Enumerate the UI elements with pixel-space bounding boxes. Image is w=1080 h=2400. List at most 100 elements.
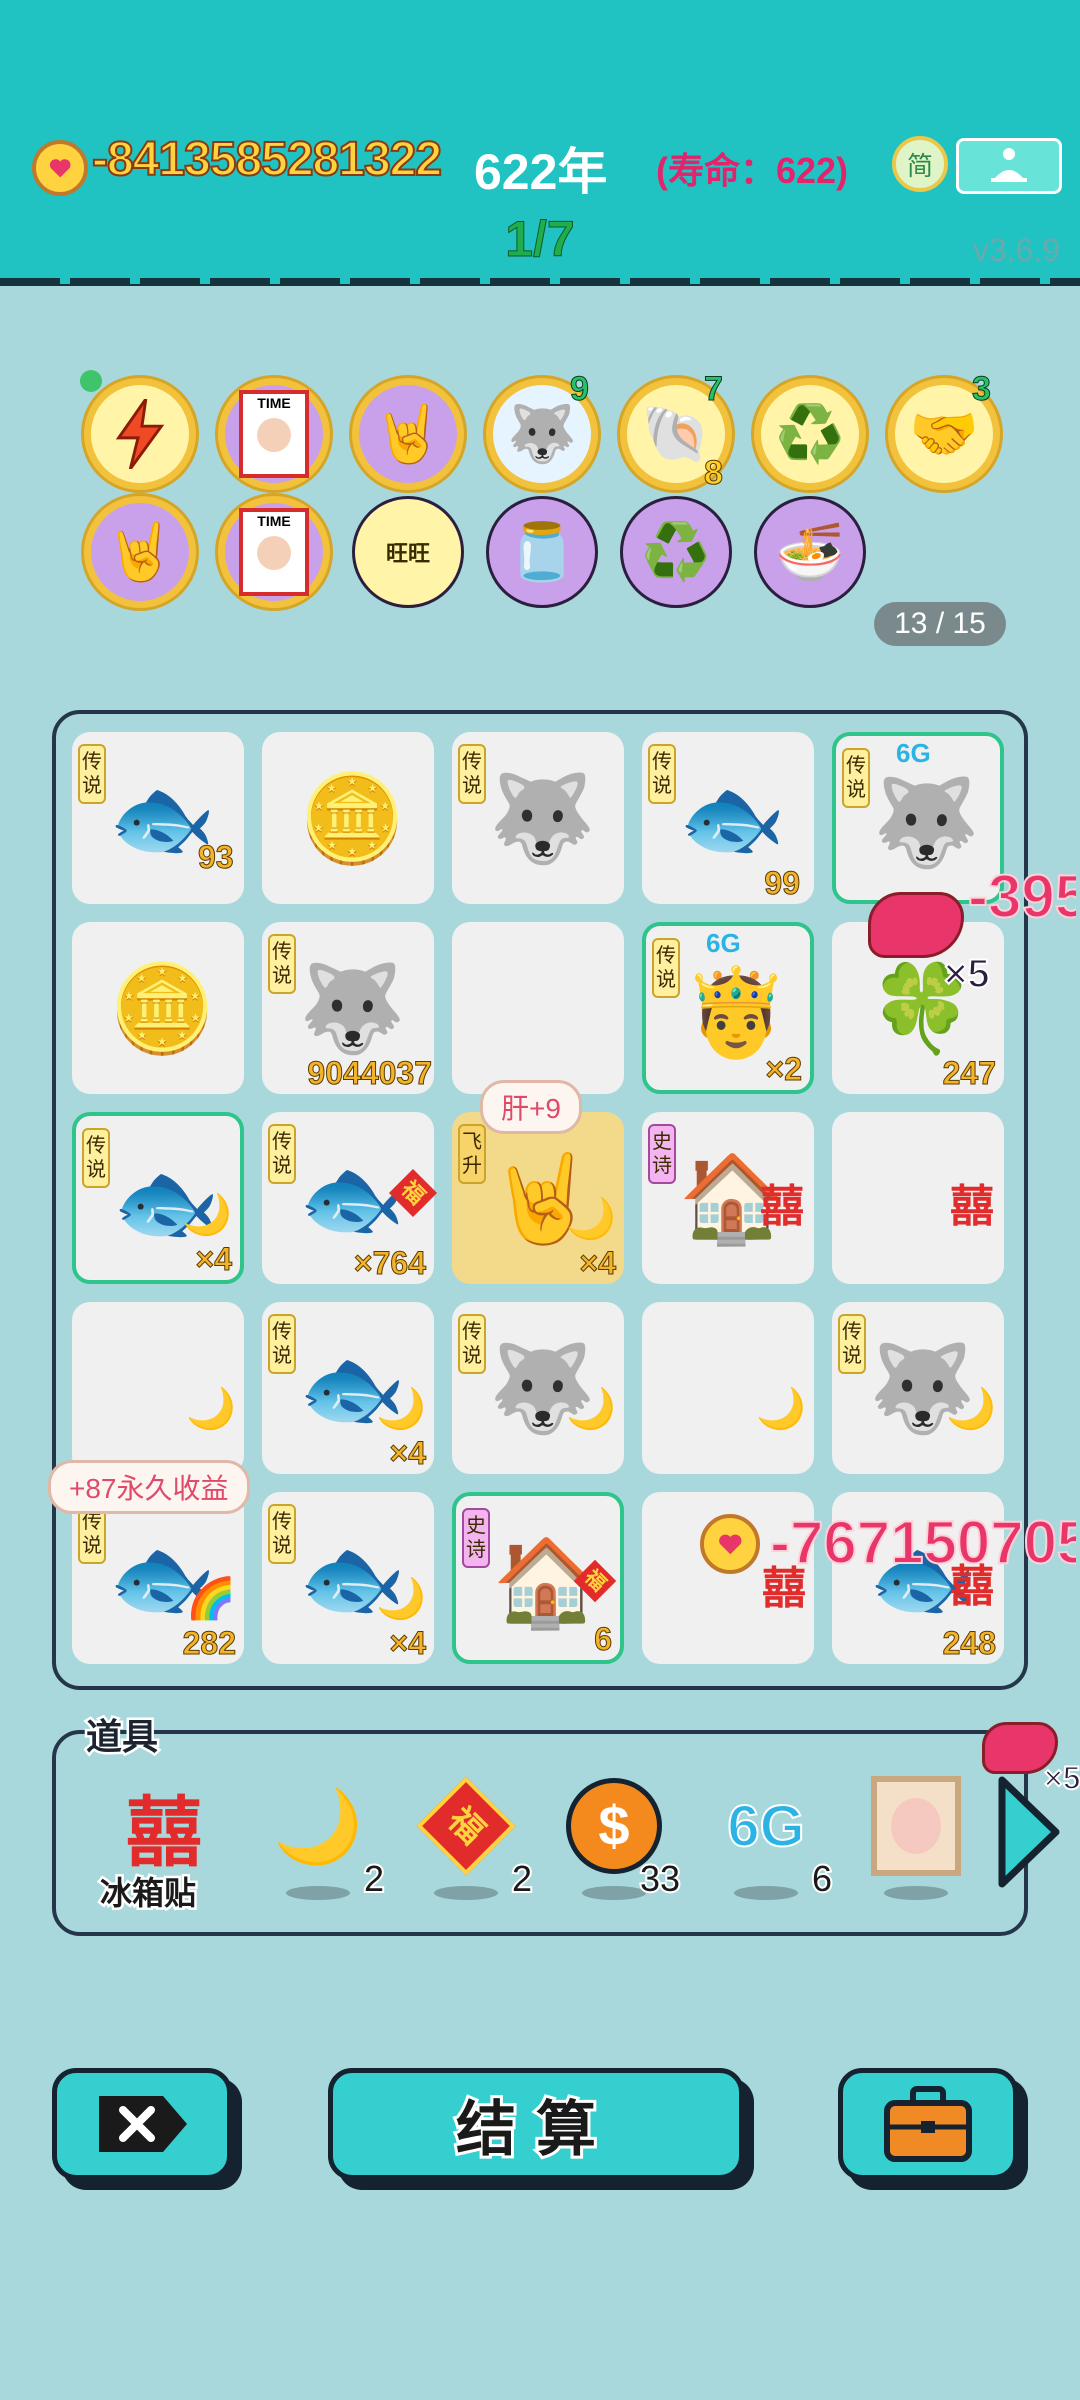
moon-icon: 🌙 — [376, 1387, 426, 1431]
pin-icon — [80, 370, 102, 392]
meditate-icon — [991, 148, 1027, 182]
king-husky-icon: 🐺 — [488, 770, 596, 867]
rock-hand-icon[interactable]: 🤘 — [352, 378, 464, 490]
tool-qty: 6 — [810, 1856, 834, 1901]
next-arrow-icon[interactable] — [994, 1772, 1064, 1892]
income-bubble: +87永久收益 — [48, 1460, 250, 1514]
lightning-icon[interactable] — [84, 378, 196, 490]
board-cell-r1c1[interactable]: 传说 🐟 — [72, 732, 244, 904]
cell-count: ×4 — [389, 1625, 426, 1662]
coin-pile-icon: 🪙 — [108, 960, 216, 1057]
meditate-button[interactable] — [956, 138, 1062, 194]
tool-moon[interactable]: 🌙 2 — [258, 1776, 386, 1906]
board-cell-r5c2[interactable]: 传说 🐟 🌙 ×4 — [262, 1492, 434, 1664]
fu-diamond-icon: 福 — [416, 1776, 516, 1876]
wang-icon[interactable]: 旺旺 — [352, 496, 464, 608]
board-cell-r1c4[interactable]: 传说 🐟 99 — [642, 732, 814, 904]
board-cell-r5c3[interactable]: 史诗 🏠 福 6 — [452, 1492, 624, 1664]
cell-count: ×764 — [353, 1245, 426, 1282]
moon-icon: 🌙 — [182, 1193, 232, 1237]
husky-count: 9 — [570, 370, 590, 409]
tool-shadow — [286, 1886, 350, 1900]
cell-count: 248 — [942, 1625, 996, 1662]
board-cell-r2c4[interactable]: 传说 6G 🤴 ×2 — [642, 922, 814, 1094]
rock-hand-icon-2[interactable]: 🤘 — [84, 496, 196, 608]
settle-button[interactable]: 结算 — [328, 2068, 744, 2180]
koi-fish-icon: 🐟 — [678, 770, 786, 867]
tool-fridge-magnet[interactable]: 囍 冰箱贴 — [97, 1776, 224, 1914]
board-cell-r4c3[interactable]: 传说 🐺 🌙 — [452, 1302, 624, 1474]
moon-icon: 🌙 — [376, 1577, 426, 1621]
cell-count: ×4 — [579, 1245, 616, 1282]
board-cell-r2c1[interactable]: 🪙 — [72, 922, 244, 1094]
recycle-icon[interactable]: ♻️ — [754, 378, 866, 490]
jar-icon[interactable]: 🫙 — [486, 496, 598, 608]
money-value: -8413585281322 — [91, 132, 443, 187]
board-cell-r5c1[interactable]: 传说 🐟 🌈 282 — [72, 1492, 244, 1664]
board-cell-r4c1[interactable]: 🌙 — [72, 1302, 244, 1474]
tool-shadow — [884, 1886, 948, 1900]
shell-count-top: 7 — [704, 370, 724, 409]
moon-icon: 🌙 — [566, 1197, 616, 1241]
recycle-icon-2[interactable]: ♻️ — [620, 496, 732, 608]
board-cell-r2c3[interactable] — [452, 922, 624, 1094]
header-divider — [0, 278, 1080, 284]
language-button[interactable]: 简 — [892, 136, 948, 192]
moon-icon: 🌙 — [566, 1387, 616, 1431]
time-magazine-icon[interactable]: TIME — [218, 378, 330, 490]
liver-loss-floater: -395 — [968, 862, 1076, 931]
handshake-count: 3 — [972, 370, 992, 409]
board-cell-r3c5[interactable]: 囍 — [832, 1112, 1004, 1284]
version-label: v3.6.9 — [972, 232, 1060, 268]
coin-loss-floater: -7671507059 — [770, 1508, 1076, 1577]
multiplier-floater: ×5 — [943, 951, 991, 997]
moon-icon: 🌙 — [756, 1387, 806, 1431]
time-magazine-icon-2[interactable]: TIME — [218, 496, 330, 608]
xi-sticker-icon: 囍 — [126, 1791, 202, 1876]
moon-icon: 🌙 — [273, 1786, 363, 1867]
board-cell-r3c4[interactable]: 史诗 🏠 囍 — [642, 1112, 814, 1284]
cell-count: ×4 — [195, 1241, 232, 1278]
board-cell-r1c2[interactable]: 🪙 93 — [198, 732, 434, 904]
king-husky-icon: 🐺 — [298, 960, 406, 1057]
cell-count: 99 — [764, 865, 801, 902]
tool-fu[interactable]: 福 2 — [406, 1776, 534, 1906]
bowl-upgrade-icon[interactable]: 🍜 — [754, 496, 866, 608]
heart-coin-icon — [32, 140, 88, 196]
board-cell-r2c2[interactable]: 传说 🐺 9044037 — [262, 922, 434, 1094]
heart-coin-icon — [700, 1514, 760, 1574]
cancel-button[interactable] — [52, 2068, 232, 2180]
board-cell-r3c1[interactable]: 传说 🐟 🌙 ×4 — [72, 1112, 244, 1284]
lifespan-value: (寿命：622) — [656, 150, 849, 191]
round-counter: 1/7 — [505, 211, 576, 268]
moon-icon: 🌙 — [946, 1387, 996, 1431]
rainbow-icon: 🌈 — [186, 1577, 236, 1621]
coin-pile-icon: 🪙 — [298, 770, 406, 867]
portrait-frame-icon — [866, 1776, 966, 1876]
xi-sticker-icon: 囍 — [950, 1182, 994, 1231]
tools-title: 道具 — [83, 1714, 160, 1760]
tool-shadow — [582, 1886, 646, 1900]
briefcase-icon — [884, 2086, 972, 2162]
cell-count: 247 — [942, 1055, 996, 1092]
board-cell-r4c5[interactable]: 传说 🐺 🌙 — [832, 1302, 1004, 1474]
cell-count: 282 — [182, 1625, 236, 1662]
cell-count: 9044037 — [307, 1055, 433, 1092]
cell-count: ×2 — [765, 1051, 802, 1088]
board-cell-r1c3[interactable]: 传说 🐺 — [452, 732, 624, 904]
tool-qty: 2 — [510, 1856, 534, 1901]
settle-label: 结算 — [453, 2093, 616, 2166]
board-cell-r4c4[interactable]: 🌙 — [642, 1302, 814, 1474]
tool-portrait[interactable] — [856, 1776, 976, 1906]
tool-coin[interactable]: $ 33 — [554, 1776, 682, 1906]
board-cell-r3c2[interactable]: 传说 🐟 福 ×764 — [262, 1112, 438, 1284]
fridge-label: 冰箱贴 — [97, 1873, 198, 1914]
briefcase-button[interactable] — [838, 2068, 1018, 2180]
liver-bonus-bubble: 肝+9 — [480, 1080, 582, 1134]
tool-qty: 33 — [638, 1856, 682, 1901]
board-cell-r4c2[interactable]: 传说 🐟 🌙 ×4 — [262, 1302, 434, 1474]
tool-6g[interactable]: 6G 6 — [706, 1776, 834, 1906]
moon-icon: 🌙 — [186, 1387, 236, 1431]
board-cell-r3c3[interactable]: 飞升 🤘 🌙 ×4 — [452, 1112, 624, 1284]
cell-count: 93 — [198, 839, 235, 876]
